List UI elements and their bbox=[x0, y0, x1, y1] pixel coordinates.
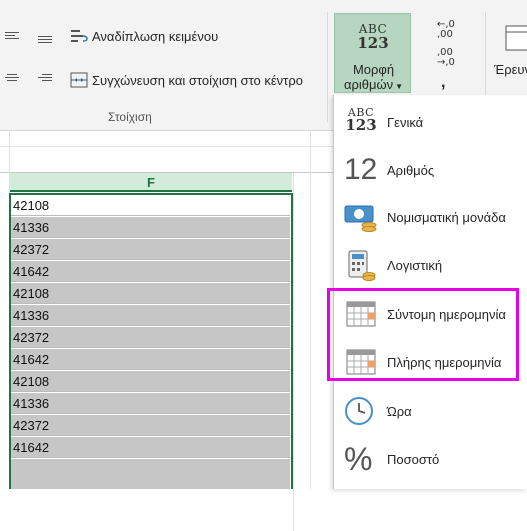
gridline bbox=[293, 173, 294, 531]
menu-item-label: Λογιστική bbox=[387, 257, 443, 273]
cell[interactable]: 41336 bbox=[11, 305, 290, 326]
cell[interactable] bbox=[11, 459, 290, 489]
number-format-label: Μορφή αριθμών ▼ bbox=[343, 62, 404, 92]
cell[interactable]: 42372 bbox=[11, 415, 290, 436]
merge-center-label: Συγχώνευση και στοίχιση στο κέντρο bbox=[92, 72, 303, 88]
merge-center-icon bbox=[70, 72, 88, 88]
wrap-text-button[interactable]: Αναδίπλωση κειμένου bbox=[70, 28, 218, 44]
research-label[interactable]: Έρευν bbox=[494, 62, 527, 77]
menu-item-accounting[interactable]: Λογιστική bbox=[334, 241, 527, 289]
menu-item-currency[interactable]: Νομισματική μονάδα bbox=[334, 193, 527, 241]
menu-item-number[interactable]: 12 Αριθμός bbox=[334, 146, 527, 194]
align-right-icon[interactable] bbox=[38, 72, 52, 83]
menu-item-label: Γενικά bbox=[387, 114, 424, 130]
alignment-group-label: Στοίχιση bbox=[108, 110, 152, 124]
merge-center-button[interactable]: Συγχώνευση και στοίχιση στο κέντρο bbox=[70, 72, 303, 88]
cell[interactable]: 41336 bbox=[11, 217, 290, 238]
cell[interactable]: 41642 bbox=[11, 261, 290, 282]
group-divider bbox=[327, 12, 328, 122]
percent-icon: % bbox=[344, 441, 373, 477]
currency-icon bbox=[344, 205, 377, 232]
cell[interactable]: 42372 bbox=[11, 327, 290, 348]
menu-item-time[interactable]: Ώρα bbox=[334, 387, 527, 435]
accounting-calculator-icon bbox=[348, 250, 376, 281]
menu-item-label: Ώρα bbox=[387, 403, 412, 419]
cell[interactable]: 42108 bbox=[11, 371, 290, 392]
number-format-button[interactable]: ABC 123 Μορφή αριθμών ▼ bbox=[334, 13, 411, 93]
cell[interactable]: 41336 bbox=[11, 393, 290, 414]
align-middle-icon[interactable] bbox=[38, 34, 52, 45]
cell[interactable]: 42108 bbox=[11, 283, 290, 304]
cell[interactable]: 42372 bbox=[11, 239, 290, 260]
cell[interactable]: 41642 bbox=[11, 349, 290, 370]
research-icon[interactable] bbox=[505, 24, 527, 52]
wrap-text-label: Αναδίπλωση κειμένου bbox=[92, 28, 219, 44]
abc-123-icon: ABC 123 bbox=[357, 22, 389, 52]
menu-item-label: Νομισματική μονάδα bbox=[387, 209, 506, 225]
comma-style-button[interactable]: , bbox=[441, 74, 445, 92]
align-top-lines-icon[interactable] bbox=[5, 30, 19, 41]
menu-item-general[interactable]: ABC 123 Γενικά bbox=[334, 98, 527, 146]
wrap-text-icon bbox=[71, 30, 88, 42]
menu-item-label: Αριθμός bbox=[387, 162, 435, 178]
cell[interactable]: 41642 bbox=[11, 437, 290, 458]
dropdown-arrow-icon: ▼ bbox=[395, 82, 404, 91]
menu-item-label: Ποσοστό bbox=[387, 451, 440, 467]
gridline bbox=[310, 131, 311, 489]
cell[interactable]: 42108 bbox=[11, 195, 290, 216]
abc-123-icon: ABC 123 bbox=[345, 106, 377, 134]
highlight-box bbox=[327, 288, 519, 381]
clock-icon bbox=[345, 397, 373, 425]
decrease-decimal-icon[interactable]: ,00 →,0 bbox=[437, 48, 455, 68]
menu-item-percentage[interactable]: % Ποσοστό bbox=[334, 435, 527, 483]
increase-decimal-icon[interactable]: ←,0,00 bbox=[437, 20, 455, 40]
align-center-icon[interactable] bbox=[5, 72, 19, 83]
column-header-f[interactable]: F bbox=[10, 173, 292, 192]
number-12-icon: 12 bbox=[344, 153, 378, 186]
